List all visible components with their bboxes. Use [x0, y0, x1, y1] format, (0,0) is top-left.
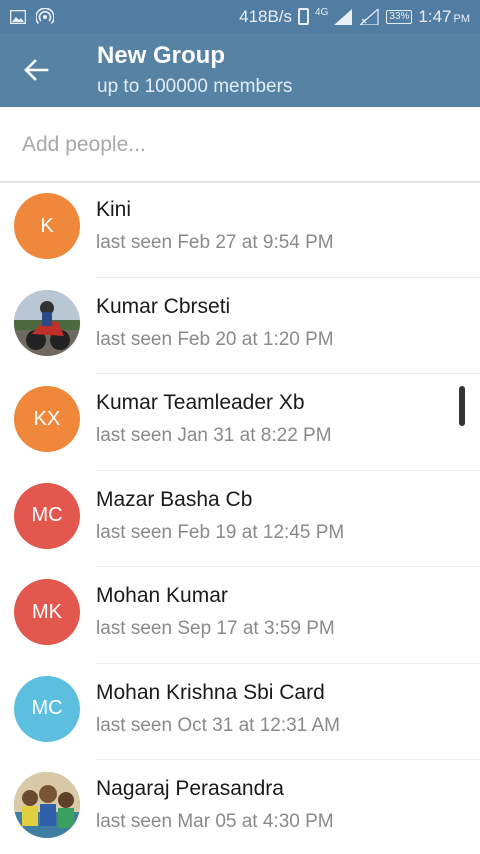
avatar: MC — [14, 675, 80, 742]
avatar: KX — [14, 386, 80, 452]
add-people-bar — [0, 107, 480, 183]
contact-row[interactable]: Nagaraj Perasandra last seen Mar 05 at 4… — [0, 760, 480, 854]
status-bar: 418B/s 4G 33% 1:47 PM — [0, 0, 480, 33]
contact-row[interactable]: K Kini last seen Feb 27 at 9:54 PM — [0, 181, 480, 278]
network-speed: 418B/s — [239, 6, 293, 26]
battery-level: 33% — [389, 11, 410, 22]
contact-last-seen: last seen Oct 31 at 12:31 AM — [96, 714, 340, 736]
contact-list[interactable]: K Kini last seen Feb 27 at 9:54 PM Kumar… — [0, 181, 480, 854]
signal-icon — [334, 8, 353, 25]
clock-ampm: PM — [453, 12, 471, 25]
no-signal-icon — [360, 8, 379, 25]
avatar — [14, 772, 80, 838]
hotspot-icon — [36, 7, 54, 24]
app-bar: New Group up to 100000 members — [0, 33, 480, 107]
page-title: New Group — [97, 42, 226, 69]
scrollbar-thumb[interactable] — [459, 386, 465, 426]
contact-last-seen: last seen Feb 27 at 9:54 PM — [96, 232, 334, 253]
avatar-initials: MC — [31, 697, 63, 719]
contact-name: Mazar Basha Cb — [96, 487, 253, 511]
contact-name: Mohan Kumar — [96, 584, 228, 607]
add-people-input[interactable] — [22, 129, 462, 161]
contact-last-seen: last seen Feb 20 at 1:20 PM — [96, 328, 334, 350]
contact-row[interactable]: KX Kumar Teamleader Xb last seen Jan 31 … — [0, 374, 480, 471]
contact-name: Nagaraj Perasandra — [96, 777, 284, 800]
battery-icon: 33% — [386, 9, 413, 24]
avatar-initials: KX — [33, 407, 61, 430]
contact-row[interactable]: MK Mohan Kumar last seen Sep 17 at 3:59 … — [0, 567, 480, 664]
contact-last-seen: last seen Feb 19 at 12:45 PM — [96, 521, 345, 543]
contact-last-seen: last seen Sep 17 at 3:59 PM — [96, 618, 335, 639]
network-type: 4G — [315, 7, 329, 18]
avatar: K — [14, 193, 80, 259]
avatar-initials: MC — [31, 504, 63, 526]
avatar — [14, 289, 80, 356]
contact-last-seen: last seen Mar 05 at 4:30 PM — [96, 811, 334, 832]
avatar-initials: MK — [32, 600, 62, 623]
contact-row[interactable]: MC Mohan Krishna Sbi Card last seen Oct … — [0, 664, 480, 760]
contact-row[interactable]: MC Mazar Basha Cb last seen Feb 19 at 12… — [0, 471, 480, 567]
contact-last-seen: last seen Jan 31 at 8:22 PM — [96, 425, 332, 446]
avatar: MC — [14, 482, 80, 549]
status-bar-left — [10, 7, 54, 26]
avatar: MK — [14, 579, 80, 645]
back-button[interactable] — [16, 50, 56, 90]
status-bar-right: 418B/s 4G 33% 1:47 PM — [239, 7, 470, 27]
contact-name: Kini — [96, 198, 132, 221]
phone-icon — [298, 8, 310, 25]
contact-name: Kumar Teamleader Xb — [96, 391, 305, 414]
motorcycle-photo — [14, 289, 80, 356]
contact-row[interactable]: Kumar Cbrseti last seen Feb 20 at 1:20 P… — [0, 278, 480, 374]
contact-name: Kumar Cbrseti — [96, 294, 231, 318]
back-arrow-icon — [24, 59, 49, 81]
image-icon — [10, 9, 26, 24]
group-photo — [14, 772, 80, 838]
page-subtitle: up to 100000 members — [97, 76, 293, 97]
clock-time: 1:47 — [418, 6, 452, 26]
clock: 1:47 PM — [418, 7, 470, 27]
avatar-initials: K — [40, 214, 54, 237]
contact-name: Mohan Krishna Sbi Card — [96, 680, 325, 704]
